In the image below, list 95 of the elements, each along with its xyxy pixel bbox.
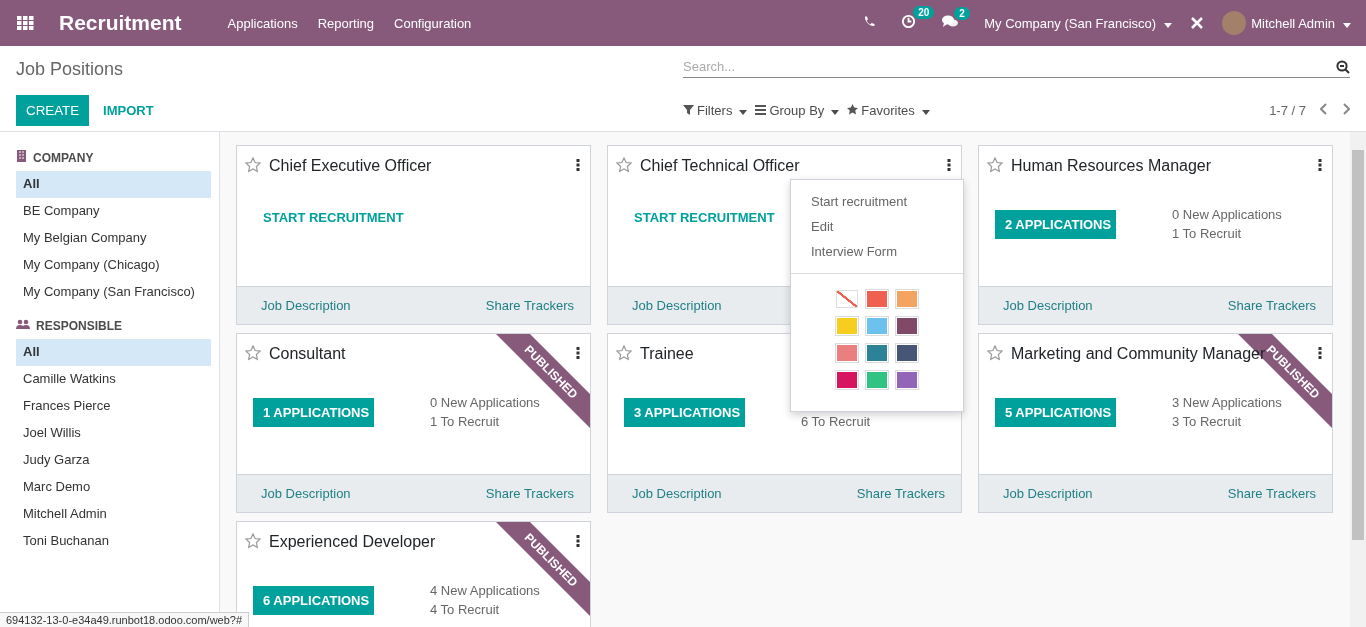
kebab-menu-icon[interactable] <box>1318 158 1322 174</box>
color-swatch[interactable] <box>866 371 888 389</box>
filter-icon <box>683 103 694 118</box>
card-title[interactable]: Chief Executive Officer <box>269 157 432 175</box>
filter-dropdown[interactable]: Favorites <box>847 103 930 118</box>
applications-button[interactable]: 6 APPLICATIONS <box>253 586 374 615</box>
card-title[interactable]: Human Resources Manager <box>1011 157 1212 175</box>
company-switcher[interactable]: My Company (San Francisco) <box>984 15 1173 31</box>
footer-link[interactable]: Share Trackers <box>856 486 945 501</box>
filter-item[interactable]: Toni Buchanan <box>16 528 211 555</box>
caret-icon[interactable] <box>739 110 748 115</box>
filter-item[interactable]: Joel Willis <box>16 420 211 447</box>
menu-item[interactable]: Configuration <box>394 15 472 31</box>
caret-icon[interactable] <box>1343 22 1351 28</box>
create-button[interactable]: CREATE <box>16 95 90 126</box>
menu-item[interactable]: Interview Form <box>791 240 963 265</box>
color-swatch[interactable] <box>836 317 858 335</box>
page-title: Job Positions <box>16 59 125 80</box>
filter-item[interactable]: Frances Pierce <box>16 393 211 420</box>
color-swatch[interactable] <box>836 344 858 362</box>
menu-item[interactable]: Applications <box>227 15 298 31</box>
filter-item[interactable]: All <box>16 171 211 198</box>
stat-link[interactable]: 4 To Recruit <box>430 600 540 619</box>
footer-link[interactable]: Share Trackers <box>485 486 574 501</box>
color-swatch[interactable] <box>896 317 918 335</box>
footer-link[interactable]: Job Description <box>632 298 722 313</box>
filter-item[interactable]: Camille Watkins <box>16 366 211 393</box>
footer-link[interactable]: Share Trackers <box>485 298 574 313</box>
user-menu[interactable]: Mitchell Admin <box>1251 15 1351 31</box>
menu-item[interactable]: Reporting <box>317 15 374 31</box>
filter-item[interactable]: Mitchell Admin <box>16 501 211 528</box>
footer-link[interactable]: Job Description <box>261 486 351 501</box>
kebab-menu-icon[interactable] <box>576 346 580 362</box>
apps-menu-icon[interactable] <box>15 13 35 33</box>
section-title: RESPONSIBLE <box>36 319 122 333</box>
filter-item[interactable]: Marc Demo <box>16 474 211 501</box>
filter-item[interactable]: My Company (Chicago) <box>16 252 211 279</box>
card-title[interactable]: Experienced Developer <box>269 533 436 551</box>
menu-item[interactable]: Start recruitment <box>791 190 963 215</box>
applications-button[interactable]: 1 APPLICATIONS <box>253 398 374 427</box>
card-title[interactable]: Chief Technical Officer <box>640 157 800 175</box>
color-swatch[interactable] <box>836 371 858 389</box>
notification-badge: 20 <box>913 6 935 19</box>
start-recruitment-button[interactable]: START RECRUITMENT <box>253 210 414 225</box>
applications-button[interactable]: 5 APPLICATIONS <box>995 398 1116 427</box>
filter-dropdown[interactable]: Group By <box>755 103 840 118</box>
filter-item[interactable]: All <box>16 339 211 366</box>
caret-icon[interactable] <box>921 110 930 115</box>
filter-item[interactable]: My Belgian Company <box>16 225 211 252</box>
section-title: COMPANY <box>33 150 94 165</box>
footer-link[interactable]: Job Description <box>632 486 722 501</box>
color-swatch[interactable] <box>896 371 918 389</box>
caret-icon[interactable] <box>831 110 840 115</box>
stat-link[interactable]: 3 To Recruit <box>1172 412 1282 431</box>
applications-button[interactable]: 2 APPLICATIONS <box>995 210 1116 239</box>
caret-icon[interactable] <box>1164 22 1173 28</box>
card-title[interactable]: Trainee <box>640 345 694 363</box>
footer-link[interactable]: Job Description <box>261 298 351 313</box>
footer-link[interactable]: Job Description <box>1003 486 1093 501</box>
kebab-menu-icon[interactable] <box>947 158 951 174</box>
kebab-menu-icon[interactable] <box>576 158 580 174</box>
stat-link[interactable]: 0 New Applications <box>1172 205 1282 224</box>
import-button[interactable]: IMPORT <box>103 103 154 118</box>
card-title[interactable]: Consultant <box>269 345 346 363</box>
filter-item[interactable]: BE Company <box>16 198 211 225</box>
stat-link[interactable]: 6 To Recruit <box>801 412 871 431</box>
scrollbar[interactable] <box>1350 132 1366 627</box>
color-swatch[interactable] <box>866 344 888 362</box>
no-color-swatch[interactable] <box>836 290 858 308</box>
stat-link[interactable]: 1 To Recruit <box>430 412 540 431</box>
filter-item[interactable]: My Company (San Francisco) <box>16 279 211 306</box>
stat-link[interactable]: 0 New Applications <box>430 393 540 412</box>
footer-link[interactable]: Share Trackers <box>1227 486 1316 501</box>
menu-item[interactable]: Edit <box>791 215 963 240</box>
kebab-menu-icon[interactable] <box>576 534 580 550</box>
footer-link[interactable]: Share Trackers <box>1227 298 1316 313</box>
color-swatch[interactable] <box>866 290 888 308</box>
footer-link[interactable]: Job Description <box>1003 298 1093 313</box>
color-swatch[interactable] <box>896 344 918 362</box>
color-swatch[interactable] <box>866 317 888 335</box>
stat-link[interactable]: 1 To Recruit <box>1172 224 1282 243</box>
color-swatch[interactable] <box>896 290 918 308</box>
start-recruitment-button[interactable]: START RECRUITMENT <box>624 210 785 225</box>
stat-link[interactable]: 4 New Applications <box>430 581 540 600</box>
filter-item[interactable]: Judy Garza <box>16 447 211 474</box>
stat-link[interactable]: 3 New Applications <box>1172 393 1282 412</box>
notification-badge: 2 <box>954 7 970 20</box>
building-icon <box>16 150 27 165</box>
app-name: Recruitment <box>59 11 182 35</box>
status-url: 694132-13-0-e34a49.runbot18.odoo.com/web?# <box>6 614 243 626</box>
pager-value: 1-7 / 7 <box>1269 103 1306 118</box>
filter-dropdown[interactable]: Filters <box>683 103 748 118</box>
kebab-menu-icon[interactable] <box>1318 346 1322 362</box>
list-icon <box>755 103 767 118</box>
applications-button[interactable]: 3 APPLICATIONS <box>624 398 745 427</box>
